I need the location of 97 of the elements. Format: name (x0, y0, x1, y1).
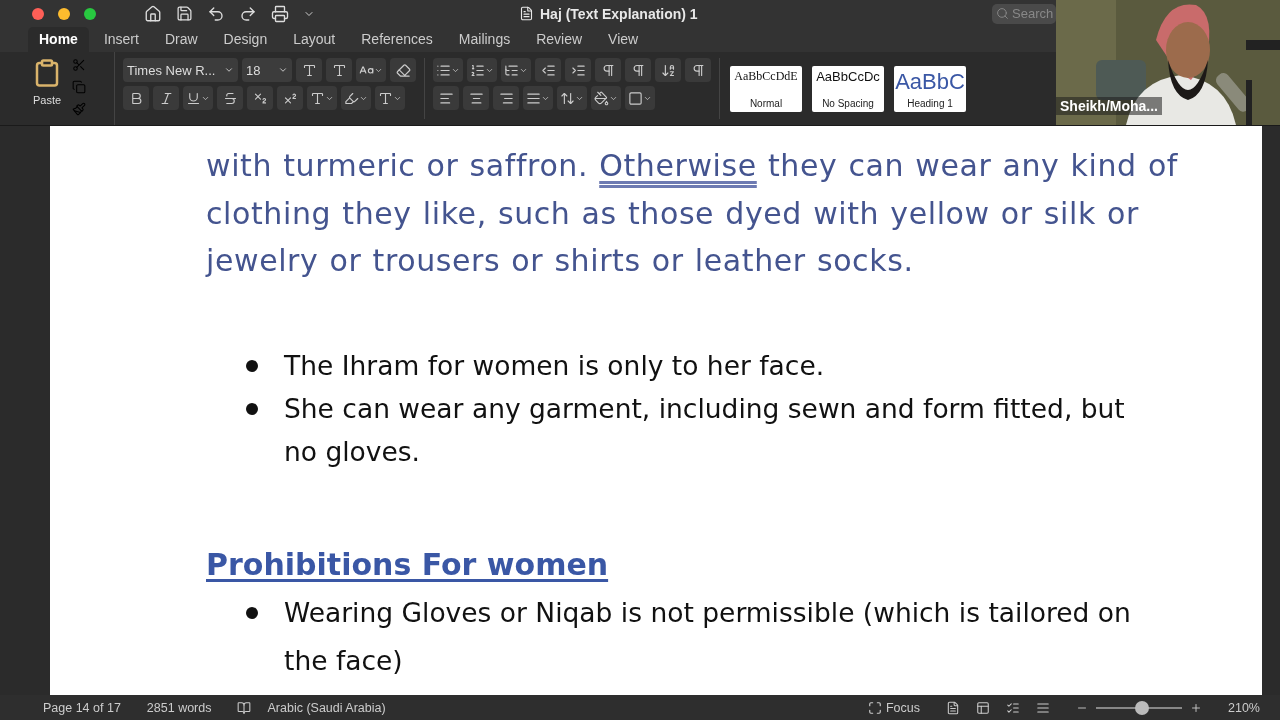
zoom-in-icon (1190, 701, 1202, 714)
numbering-icon (470, 62, 485, 78)
eraser-icon (395, 62, 411, 78)
style-card[interactable]: AaBbCcDdE Normal (730, 65, 802, 112)
borders-button[interactable] (625, 86, 655, 110)
section-heading: Prohibitions For women (206, 545, 610, 584)
bullet-text: Wearing Gloves or Niqab is not permissible (which is tailored on the face) (284, 595, 1132, 678)
zoom-thumb[interactable] (1135, 700, 1150, 715)
outline-icon (1006, 700, 1020, 715)
sort-icon (660, 62, 676, 78)
superscript-button[interactable] (277, 86, 303, 110)
printer-icon (271, 4, 289, 23)
ribbon-tab[interactable]: Home (28, 27, 89, 52)
document-icon (519, 6, 534, 21)
ribbon-tab[interactable]: View (597, 27, 650, 52)
font-name-field[interactable]: Times New R... (123, 58, 238, 82)
highlighter-icon (344, 90, 359, 106)
sort-button[interactable] (655, 58, 681, 82)
ribbon-tab[interactable]: Review (525, 27, 594, 52)
subscript-button[interactable] (247, 86, 273, 110)
strikethrough-icon (222, 90, 238, 106)
bullet-icon (246, 359, 258, 372)
bullets-icon (436, 62, 451, 78)
multilevel-list-icon (504, 62, 519, 78)
decrease-indent-button[interactable] (535, 58, 561, 82)
redo-icon (239, 4, 257, 23)
close-button[interactable] (32, 7, 44, 20)
bullet-icon (246, 402, 258, 415)
language-label: Arabic (Saudi Arabia) (267, 700, 386, 715)
line-spacing-icon (560, 90, 575, 106)
print-layout-icon (946, 700, 960, 715)
page-count: Page 14 of 17 (43, 700, 121, 715)
ribbon-tab[interactable]: Mailings (447, 27, 522, 52)
focus-icon (867, 700, 882, 715)
strikethrough-button[interactable] (217, 86, 243, 110)
focus-button[interactable]: Focus (885, 700, 920, 715)
participant-name: Sheikh/Moha... (1056, 97, 1162, 115)
underline-icon (186, 90, 201, 106)
window-title: Haj (Text Explanation) 1 (540, 5, 698, 22)
ribbon-tab[interactable]: Layout (282, 27, 347, 52)
minimize-button[interactable] (58, 7, 70, 20)
ribbon-tab[interactable]: Insert (92, 27, 150, 52)
paragraph: with turmeric or saffron. Otherwise they can wear any kind of clothing they like, such as those dyed with yellow or silk or jewelry or trousers or shirts or leather socks. (206, 147, 1180, 280)
proofing-icon (237, 700, 252, 715)
bullet-icon (246, 606, 258, 619)
multilevel-list-button[interactable] (501, 58, 531, 82)
ribbon-tab[interactable]: References (350, 27, 444, 52)
decrease-indent-icon (540, 62, 556, 78)
bullet-text: The Ihram for women is only to her face. (284, 348, 825, 383)
web-layout-icon (976, 700, 990, 715)
style-card[interactable]: AaBbC Heading 1 (894, 65, 966, 112)
style-card[interactable]: AaBbCcDc No Spacing (812, 65, 884, 112)
scissors-icon (72, 58, 86, 72)
undo-icon (207, 4, 225, 23)
zoom-percent: 210% (1228, 700, 1260, 715)
change-case-button[interactable] (356, 58, 386, 82)
line-spacing-button[interactable] (557, 86, 587, 110)
pilcrow-icon (690, 62, 706, 78)
align-left-icon (438, 90, 454, 106)
increase-indent-icon (570, 62, 586, 78)
bullets-button[interactable] (433, 58, 463, 82)
caret-icon (224, 65, 234, 75)
pilcrow-button[interactable] (685, 58, 711, 82)
bullet-text: She can wear any garment, including sewn and form fitted, but no gloves. (284, 391, 1126, 469)
font-size-field[interactable]: 18 (242, 58, 292, 82)
justify-button[interactable] (523, 86, 553, 110)
shading-button[interactable] (591, 86, 621, 110)
italic-button[interactable] (153, 86, 179, 110)
highlighter-button[interactable] (341, 86, 371, 110)
eraser-button[interactable] (390, 58, 416, 82)
maximize-button[interactable] (84, 7, 96, 20)
draft-icon (1036, 700, 1050, 715)
copy-icon (72, 80, 86, 94)
align-right-button[interactable] (493, 86, 519, 110)
caret-icon (278, 65, 288, 75)
increase-indent-button[interactable] (565, 58, 591, 82)
subscript-icon (252, 90, 268, 106)
bold-button[interactable] (123, 86, 149, 110)
paste-button[interactable]: Paste (32, 58, 62, 125)
home-icon (144, 4, 162, 23)
search-icon (996, 7, 1009, 20)
align-left-button[interactable] (433, 86, 459, 110)
word-count: 2851 words (146, 700, 212, 715)
ribbon-tab[interactable]: Draw (153, 27, 209, 52)
justify-icon (526, 90, 541, 106)
underline-button[interactable] (183, 86, 213, 110)
ribbon-tab[interactable]: Design (212, 27, 279, 52)
shading-icon (594, 90, 609, 106)
paintbrush-icon (72, 102, 86, 116)
align-center-icon (468, 90, 484, 106)
align-right-icon (498, 90, 514, 106)
borders-icon (628, 90, 643, 106)
italic-icon (158, 90, 174, 106)
align-center-button[interactable] (463, 86, 489, 110)
save-icon (176, 5, 193, 22)
numbering-button[interactable] (467, 58, 497, 82)
superscript-icon (282, 90, 298, 106)
